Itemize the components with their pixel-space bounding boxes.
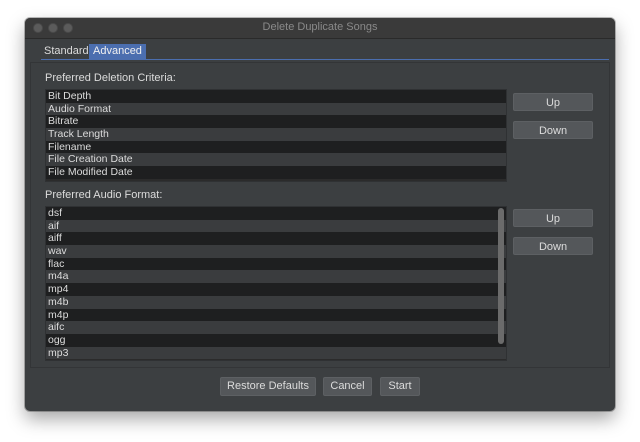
criteria-down-button[interactable]: Down	[513, 121, 593, 139]
list-item[interactable]: m4a	[46, 270, 506, 284]
dialog-window: Delete Duplicate Songs Standard Advanced…	[25, 18, 615, 411]
criteria-up-button[interactable]: Up	[513, 93, 593, 111]
list-item[interactable]: m4b	[46, 295, 506, 309]
list-item[interactable]: m4p	[46, 308, 506, 322]
list-item[interactable]: mp4	[46, 283, 506, 296]
title-bar: Delete Duplicate Songs	[25, 18, 615, 39]
list-item[interactable]: Bit Depth	[46, 90, 506, 103]
restore-defaults-button[interactable]: Restore Defaults	[220, 377, 316, 396]
list-item[interactable]: aif	[46, 219, 506, 233]
list-item[interactable]: aiff	[46, 232, 506, 246]
deletion-criteria-list[interactable]: Bit Depth Audio Format Bitrate Track Length…	[45, 89, 507, 182]
list-item[interactable]: dsf	[46, 207, 506, 220]
cancel-button[interactable]: Cancel	[323, 377, 372, 396]
list-item[interactable]: ogg	[46, 333, 506, 347]
tab-underline	[41, 59, 609, 60]
list-item[interactable]: File Creation Date	[46, 153, 506, 167]
list-item[interactable]: flac	[46, 257, 506, 271]
tab-advanced[interactable]: Advanced	[89, 44, 146, 59]
list-item[interactable]: mp3	[46, 346, 506, 360]
deletion-criteria-label: Preferred Deletion Criteria:	[45, 72, 176, 84]
list-item[interactable]: File Modified Date	[46, 166, 506, 179]
list-item[interactable]: aifc	[46, 321, 506, 334]
start-button[interactable]: Start	[380, 377, 420, 396]
tab-standard[interactable]: Standard	[41, 44, 92, 59]
list-item[interactable]: Audio Format	[46, 102, 506, 116]
list-item[interactable]: Bitrate	[46, 115, 506, 129]
format-up-button[interactable]: Up	[513, 209, 593, 227]
list-item[interactable]: wav	[46, 245, 506, 258]
audio-format-list[interactable]: dsf aif aiff wav flac m4a mp4 m4b m4p aifc ogg mp3	[45, 206, 507, 361]
format-down-button[interactable]: Down	[513, 237, 593, 255]
audio-format-scrollbar[interactable]	[498, 208, 504, 344]
advanced-panel: Preferred Deletion Criteria: Bit Depth Au…	[30, 62, 610, 368]
window-title: Delete Duplicate Songs	[262, 21, 378, 33]
list-item[interactable]: Filename	[46, 140, 506, 154]
list-item[interactable]: Track Length	[46, 128, 506, 141]
audio-format-label: Preferred Audio Format:	[45, 189, 163, 201]
